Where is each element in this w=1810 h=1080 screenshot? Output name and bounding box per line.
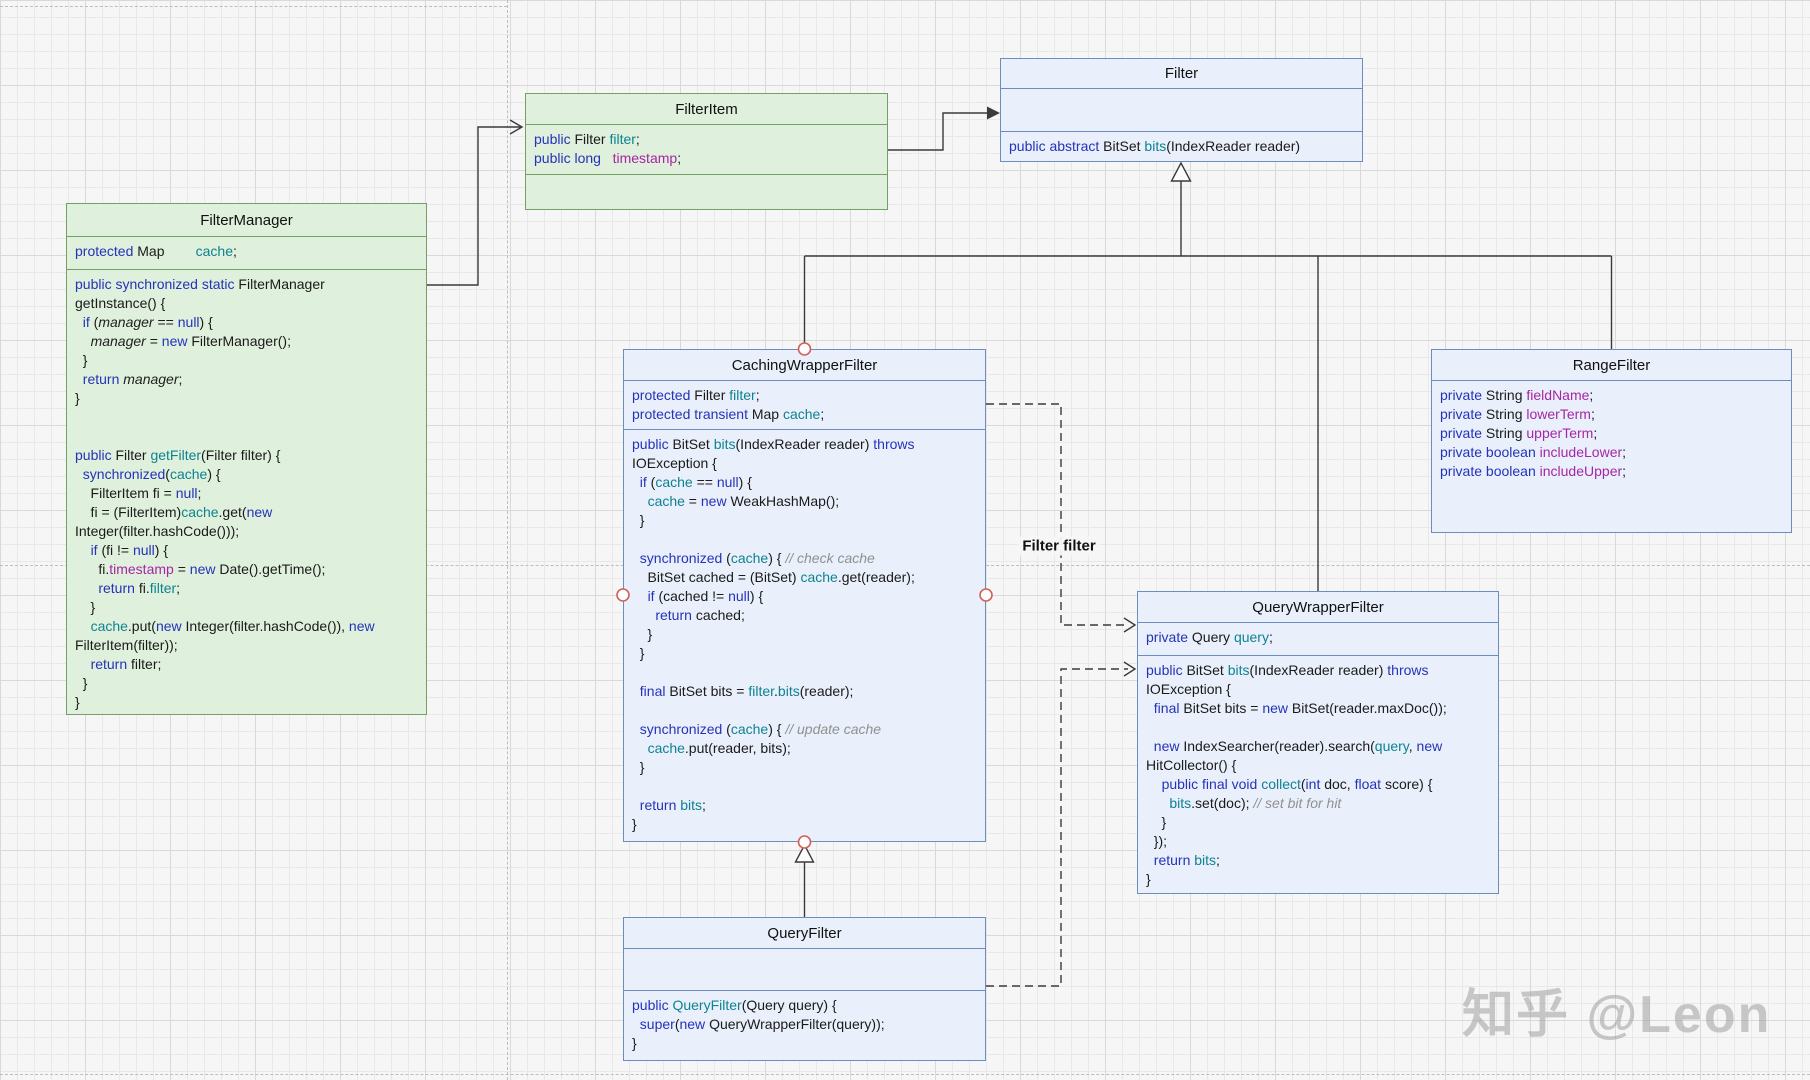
open-arrow-icon xyxy=(1123,617,1137,633)
class-methods: public BitSet bits(IndexReader reader) t… xyxy=(632,436,915,832)
page-guide-bottom xyxy=(0,1074,1810,1075)
class-methods: public synchronized static FilterManager… xyxy=(75,276,375,710)
class-box-rangefilter[interactable]: RangeFilter private String fieldName; pri… xyxy=(1431,349,1792,533)
watermark: 知乎 @Leon xyxy=(1462,986,1772,1044)
class-attributes xyxy=(624,949,985,991)
page-guide-vertical xyxy=(507,0,508,1080)
class-methods: public abstract BitSet bits(IndexReader … xyxy=(1009,138,1301,154)
class-attributes: public Filter filter; public long timesta… xyxy=(526,125,887,175)
open-arrow-icon xyxy=(1123,661,1137,677)
class-box-filtermanager[interactable]: FilterManager protected Map cache; publi… xyxy=(66,203,427,715)
class-title: QueryWrapperFilter xyxy=(1138,592,1498,623)
edge-filteritem-filter xyxy=(888,112,987,151)
edge-dashed-cachingwrapperfilter-querywrapperfilter xyxy=(986,403,1128,626)
class-title: CachingWrapperFilter xyxy=(624,350,985,381)
edge-label-filter-filter: Filter filter xyxy=(1018,536,1100,556)
class-attributes: private Query query; xyxy=(1138,623,1498,656)
class-box-queryfilter[interactable]: QueryFilter public QueryFilter(Query que… xyxy=(623,917,986,1061)
class-box-filteritem[interactable]: FilterItem public Filter filter; public l… xyxy=(525,93,888,210)
class-methods: public QueryFilter(Query query) { super(… xyxy=(632,997,885,1051)
class-box-filter[interactable]: Filter public abstract BitSet bits(Index… xyxy=(1000,58,1363,162)
class-attributes: protected Filter filter; protected transi… xyxy=(624,381,985,430)
class-title: QueryFilter xyxy=(624,918,985,949)
class-methods: public BitSet bits(IndexReader reader) t… xyxy=(1146,662,1447,887)
diagram-canvas: FilterManager protected Map cache; publi… xyxy=(0,0,1810,1080)
page-guide-top xyxy=(0,6,507,7)
edge-dashed-queryfilter-querywrapperfilter xyxy=(986,668,1128,987)
class-title: FilterItem xyxy=(526,94,887,125)
class-title: Filter xyxy=(1001,59,1362,89)
class-attributes: protected Map cache; xyxy=(67,237,426,270)
generalization-triangle-icon xyxy=(1170,161,1192,182)
generalization-triangle-icon xyxy=(794,843,815,863)
class-attributes xyxy=(1001,89,1362,132)
class-methods xyxy=(526,175,887,209)
class-attributes: private String fieldName; private String … xyxy=(1440,387,1627,479)
class-box-cachingwrapperfilter[interactable]: CachingWrapperFilter protected Filter fi… xyxy=(623,349,986,842)
filled-arrow-icon xyxy=(987,106,1000,120)
class-box-querywrapperfilter[interactable]: QueryWrapperFilter private Query query; … xyxy=(1137,591,1499,894)
open-arrow-icon xyxy=(509,119,524,135)
class-title: FilterManager xyxy=(67,204,426,237)
class-title: RangeFilter xyxy=(1432,350,1791,381)
